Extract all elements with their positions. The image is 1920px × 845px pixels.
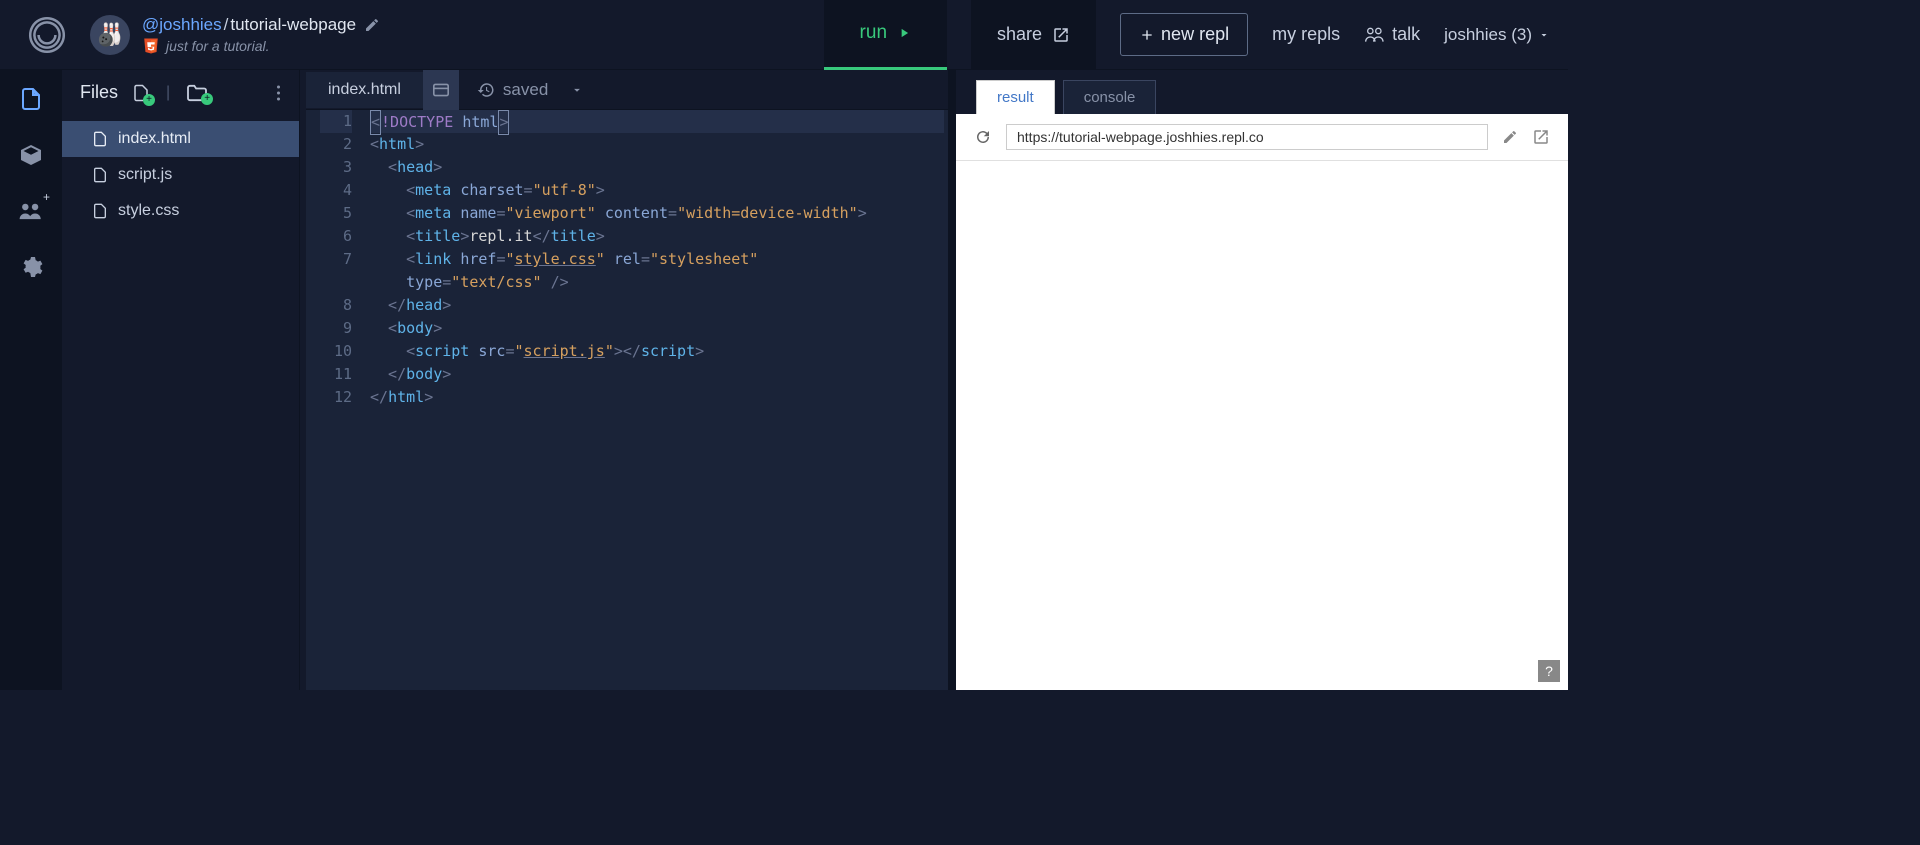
output-tab-result[interactable]: result (976, 80, 1055, 114)
path-separator: / (224, 15, 229, 35)
file-name: script.js (118, 166, 172, 184)
editor-panel: index.html saved 123456789101112 <!DOCTY… (306, 70, 956, 690)
file-name: style.css (118, 202, 179, 220)
reload-icon[interactable] (974, 128, 992, 146)
user-menu[interactable]: joshhies (3) (1444, 25, 1550, 45)
talk-link[interactable]: talk (1364, 24, 1420, 45)
header-bar: 🎳 @joshhies / tutorial-webpage just for … (0, 0, 1568, 70)
plus-icon (1139, 27, 1155, 43)
output-panel: resultconsole ? (956, 70, 1568, 690)
html5-icon (142, 37, 160, 55)
share-icon (1052, 26, 1070, 44)
files-more-button[interactable] (276, 84, 281, 102)
file-icon (92, 130, 108, 148)
sidebar-multiplayer-icon[interactable]: + (16, 196, 46, 226)
file-item[interactable]: style.css (62, 193, 299, 229)
play-icon (897, 26, 911, 40)
file-list: index.html script.js style.css (62, 115, 299, 235)
replit-logo[interactable] (22, 10, 72, 60)
help-button[interactable]: ? (1538, 660, 1560, 682)
editor-body[interactable]: 123456789101112 <!DOCTYPE html><html> <h… (306, 110, 948, 690)
people-icon (1364, 27, 1386, 43)
file-item[interactable]: index.html (62, 121, 299, 157)
output-tab-console[interactable]: console (1063, 80, 1157, 114)
my-repls-link[interactable]: my repls (1272, 24, 1340, 45)
chevron-down-icon[interactable] (570, 83, 584, 97)
new-repl-button[interactable]: new repl (1120, 13, 1248, 56)
share-button[interactable]: share (971, 0, 1096, 70)
file-icon (92, 202, 108, 220)
run-button[interactable]: run (824, 0, 947, 70)
files-panel: Files + | + index.html script.js style.css (62, 70, 300, 690)
files-title: Files (80, 82, 118, 103)
project-description: just for a tutorial. (166, 38, 270, 54)
url-input[interactable] (1006, 124, 1488, 150)
gutter: 123456789101112 (306, 110, 366, 690)
file-item[interactable]: script.js (62, 157, 299, 193)
url-bar (956, 114, 1568, 161)
avatar[interactable]: 🎳 (90, 15, 130, 55)
divider: | (166, 84, 170, 102)
sidebar-files-icon[interactable] (16, 84, 46, 114)
sidebar-packages-icon[interactable] (16, 140, 46, 170)
file-icon (92, 166, 108, 184)
output-iframe[interactable]: ? (956, 161, 1568, 690)
output-tab-bar: resultconsole (956, 70, 1568, 114)
main-area: + Files + | + index.html script.js style.c… (0, 70, 1568, 690)
new-folder-button[interactable]: + (186, 84, 208, 102)
new-file-button[interactable]: + (132, 83, 150, 103)
sidebar-settings-icon[interactable] (16, 252, 46, 282)
pencil-icon[interactable] (364, 17, 380, 33)
file-name: index.html (118, 130, 191, 148)
edit-url-icon[interactable] (1502, 129, 1518, 145)
editor-tab-index[interactable]: index.html (306, 72, 423, 108)
chevron-down-icon (1538, 29, 1550, 41)
history-icon[interactable] (477, 81, 495, 99)
code-area[interactable]: <!DOCTYPE html><html> <head> <meta chars… (366, 110, 948, 690)
editor-layout-button[interactable] (423, 70, 459, 110)
username-link[interactable]: @joshhies (142, 15, 222, 35)
open-external-icon[interactable] (1532, 128, 1550, 146)
editor-tab-bar: index.html saved (306, 70, 948, 110)
left-sidebar: + (0, 70, 62, 690)
project-meta: @joshhies / tutorial-webpage just for a … (142, 15, 824, 55)
saved-status: saved (477, 80, 584, 100)
project-name[interactable]: tutorial-webpage (230, 15, 356, 35)
